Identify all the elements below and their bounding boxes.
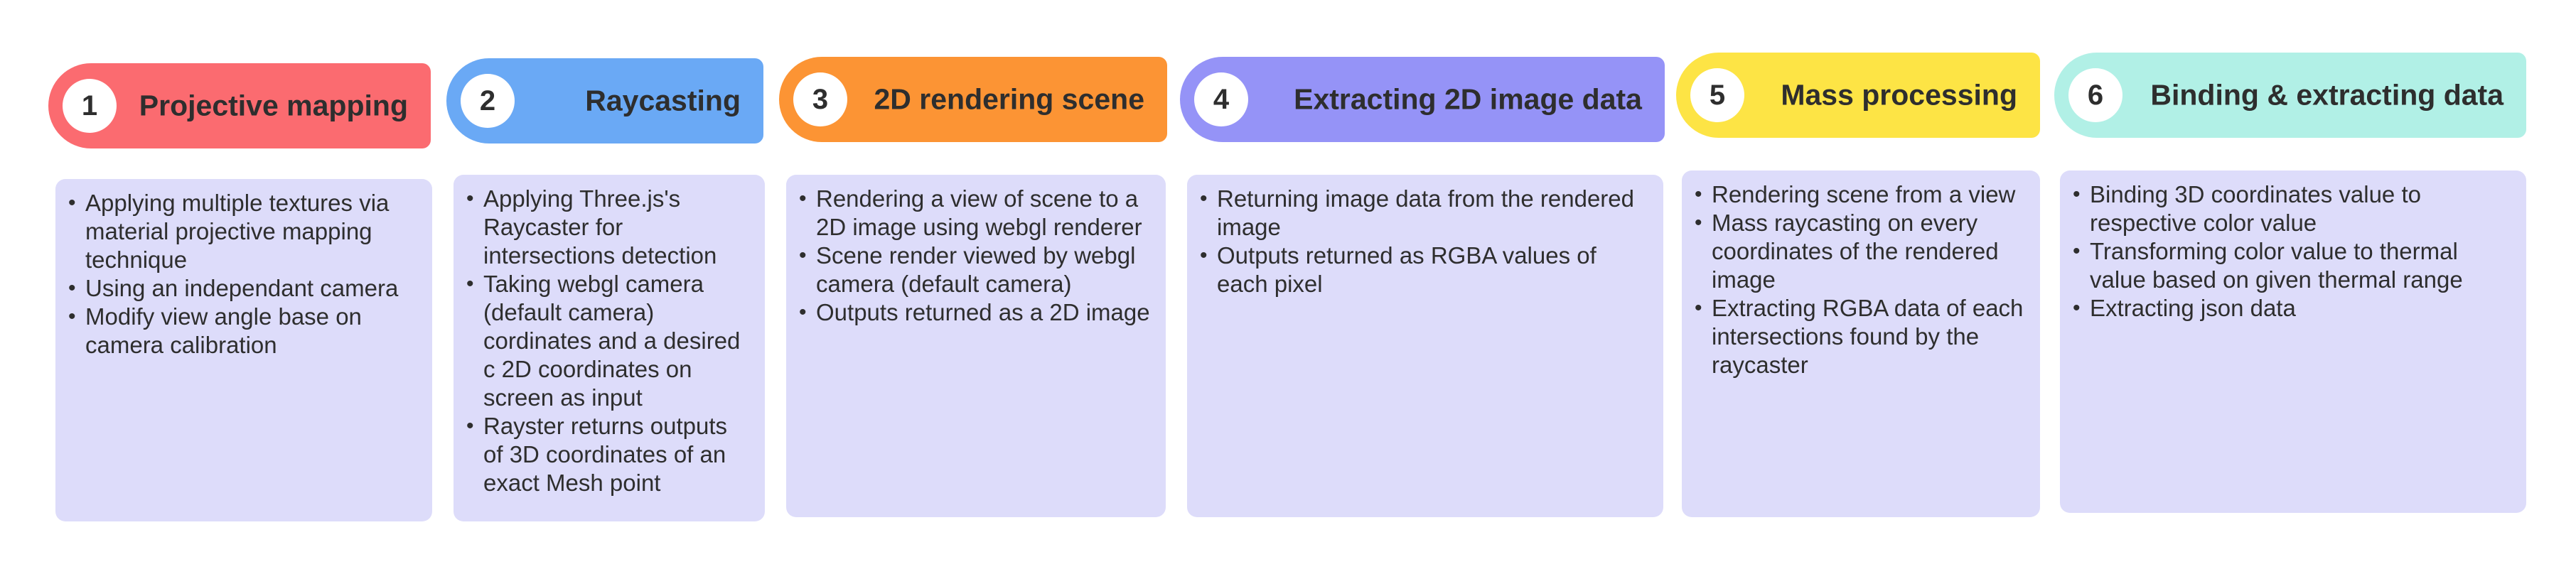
bullet-item: Mass raycasting on every coordinates of …	[1695, 209, 2026, 294]
bullet-item: Extracting json data	[2073, 294, 2512, 323]
bullet-item: Rendering a view of scene to a 2D image …	[799, 185, 1152, 242]
step-1-panel: Applying multiple textures via material …	[55, 179, 432, 521]
step-3-bullet-list: Rendering a view of scene to a 2D image …	[799, 185, 1152, 327]
step-5-bullet-list: Rendering scene from a view Mass raycast…	[1695, 180, 2026, 379]
bullet-item: Taking webgl camera (default camera) cor…	[466, 270, 751, 412]
bullet-item: Rendering scene from a view	[1695, 180, 2026, 209]
step-1-header: 1 Projective mapping	[48, 63, 431, 148]
step-5-title: Mass processing	[1781, 78, 2017, 112]
step-1-number-badge: 1	[63, 79, 117, 133]
step-3-title: 2D rendering scene	[874, 82, 1144, 116]
step-3-number-badge: 3	[793, 72, 847, 126]
step-2-bullet-list: Applying Three.js's Raycaster for inters…	[466, 185, 751, 497]
step-6-bullet-list: Binding 3D coordinates value to respecti…	[2073, 180, 2512, 323]
step-4-panel: Returning image data from the rendered i…	[1187, 175, 1663, 517]
bullet-item: Using an independant camera	[68, 274, 418, 303]
step-2-number-badge: 2	[461, 74, 515, 128]
step-1-title: Projective mapping	[139, 89, 408, 122]
step-1-bullet-list: Applying multiple textures via material …	[68, 189, 418, 359]
step-6-panel: Binding 3D coordinates value to respecti…	[2060, 170, 2526, 513]
step-4-header: 4 Extracting 2D image data	[1180, 57, 1665, 142]
step-3-header: 3 2D rendering scene	[779, 57, 1167, 142]
step-5-panel: Rendering scene from a view Mass raycast…	[1682, 170, 2040, 517]
bullet-item: Rayster returns outputs of 3D coordinate…	[466, 412, 751, 497]
bullet-item: Modify view angle base on camera calibra…	[68, 303, 418, 359]
step-6-header: 6 Binding & extracting data	[2054, 53, 2526, 138]
bullet-item: Scene render viewed by webgl camera (def…	[799, 242, 1152, 298]
step-4-bullet-list: Returning image data from the rendered i…	[1200, 185, 1649, 298]
step-2-title: Raycasting	[585, 84, 741, 117]
bullet-item: Outputs returned as RGBA values of each …	[1200, 242, 1649, 298]
bullet-item: Binding 3D coordinates value to respecti…	[2073, 180, 2512, 237]
step-3-panel: Rendering a view of scene to a 2D image …	[786, 175, 1166, 517]
step-6-title: Binding & extracting data	[2150, 78, 2503, 112]
step-2-panel: Applying Three.js's Raycaster for inters…	[454, 175, 765, 521]
step-2-header: 2 Raycasting	[446, 58, 763, 144]
step-5-header: 5 Mass processing	[1676, 53, 2040, 138]
bullet-item: Extracting RGBA data of each intersectio…	[1695, 294, 2026, 379]
step-6-number-badge: 6	[2068, 68, 2122, 122]
bullet-item: Applying multiple textures via material …	[68, 189, 418, 274]
bullet-item: Returning image data from the rendered i…	[1200, 185, 1649, 242]
bullet-item: Outputs returned as a 2D image	[799, 298, 1152, 327]
bullet-item: Applying Three.js's Raycaster for inters…	[466, 185, 751, 270]
step-4-title: Extracting 2D image data	[1294, 82, 1642, 116]
step-5-number-badge: 5	[1690, 68, 1744, 122]
step-4-number-badge: 4	[1194, 72, 1248, 126]
bullet-item: Transforming color value to thermal valu…	[2073, 237, 2512, 294]
